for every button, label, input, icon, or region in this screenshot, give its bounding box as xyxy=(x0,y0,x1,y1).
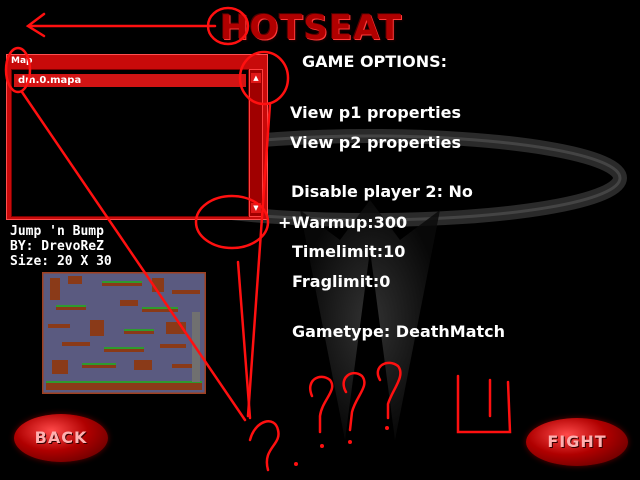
disable-player2-option[interactable]: Disable player 2: No xyxy=(291,182,473,202)
gametype-option[interactable]: Gametype: DeathMatch xyxy=(292,322,505,342)
fight-button[interactable]: FIGHT xyxy=(526,418,628,466)
menu-cursor: + xyxy=(278,213,292,232)
map-list[interactable]: dm.0.mapa xyxy=(11,69,249,217)
fraglimit-option[interactable]: Fraglimit:0 xyxy=(292,272,390,292)
back-button[interactable]: BACK xyxy=(14,414,108,462)
map-author: BY: DrevoReZ xyxy=(10,239,104,254)
page-title: HOTSEAT xyxy=(220,8,403,48)
map-info: Jump 'n Bump BY: DrevoReZ Size: 20 X 30 xyxy=(10,224,112,269)
map-list-panel: Map dm.0.mapa ▲ ▼ xyxy=(6,54,268,220)
map-list-item[interactable]: dm.0.mapa xyxy=(14,74,246,87)
map-panel-label: Map xyxy=(11,56,33,66)
view-p1-properties-option[interactable]: View p1 properties xyxy=(290,103,461,123)
title-area: HOTSEAT xyxy=(220,8,440,48)
map-name: Jump 'n Bump xyxy=(10,224,104,239)
view-p2-properties-option[interactable]: View p2 properties xyxy=(290,133,461,153)
map-list-scrollbar[interactable]: ▲ ▼ xyxy=(249,69,263,217)
map-preview-image xyxy=(42,272,206,394)
map-size: Size: 20 X 30 xyxy=(10,254,112,269)
warmup-option[interactable]: Warmup:300 xyxy=(292,213,407,233)
scroll-up-icon[interactable]: ▲ xyxy=(251,73,261,83)
scroll-down-icon[interactable]: ▼ xyxy=(251,203,261,213)
game-options-heading: GAME OPTIONS: xyxy=(302,52,448,71)
timelimit-option[interactable]: Timelimit:10 xyxy=(292,242,405,262)
